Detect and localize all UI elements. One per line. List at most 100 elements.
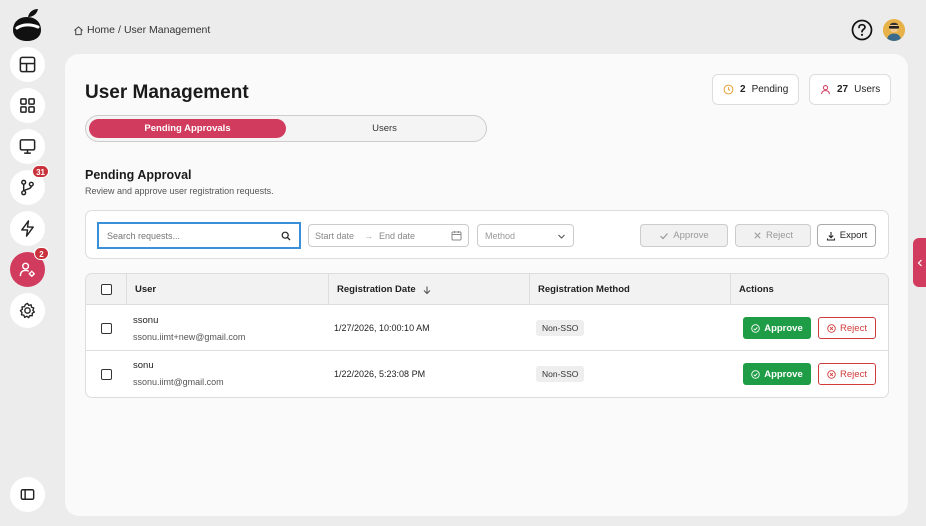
reject-button[interactable]: Reject [818,363,876,385]
close-icon [754,232,761,239]
select-all-checkbox[interactable] [101,284,112,295]
app-logo[interactable] [11,8,43,42]
reject-label: Reject [840,368,867,380]
lightning-icon [21,220,34,237]
arrow-right-icon: → [364,230,374,241]
column-header-registration-method[interactable]: Registration Method [529,274,730,305]
column-header-registration-date-label: Registration Date [337,284,416,295]
notification-badge: 31 [32,165,49,178]
search-input[interactable] [107,230,281,241]
registration-date: 1/22/2026, 5:23:08 PM [334,369,426,379]
bulk-approve-label: Approve [673,230,709,241]
sidebar-item-settings[interactable] [10,293,45,328]
main-card: User Management 2 Pending 27 Users Pendi… [65,54,908,516]
date-range-picker[interactable]: Start date → End date [308,224,469,247]
x-circle-icon [827,323,836,333]
sidebar-item-monitor[interactable] [10,129,45,164]
user-email: ssonu.iimt+new@gmail.com [133,332,246,342]
arrow-down-icon[interactable] [422,285,432,295]
method-select[interactable]: Method [477,224,574,247]
help-icon [851,19,873,41]
chevron-down-icon [558,234,565,239]
reject-label: Reject [840,322,867,334]
tab-bar: Pending Approvals Users [85,115,487,142]
check-circle-icon [751,323,760,333]
users-count: 27 [837,84,849,95]
page-title: User Management [85,82,249,103]
home-icon[interactable] [73,25,84,36]
pending-label: Pending [751,84,789,95]
method-select-value: Method [485,230,516,241]
section-title: Pending Approval [85,168,192,182]
bulk-reject-button[interactable]: Reject [735,224,811,247]
column-header-actions: Actions [730,274,888,305]
search-icon[interactable] [281,231,291,241]
user-icon [821,85,830,95]
sidebar-toggle-icon [20,489,35,500]
approve-button[interactable]: Approve [743,317,811,339]
check-circle-icon [751,369,760,379]
search-box [97,222,301,249]
start-date-input[interactable]: Start date [315,231,354,241]
reject-button[interactable]: Reject [818,317,876,339]
user-settings-icon [19,262,35,277]
users-count-badge[interactable]: 27 Users [809,74,892,105]
pending-count: 2 [740,84,746,95]
breadcrumb-home-link[interactable]: Home [87,24,115,36]
registration-method-tag: Non-SSO [536,366,585,382]
tab-users[interactable]: Users [286,119,483,138]
approve-label: Approve [764,368,803,380]
column-header-registration-date[interactable]: Registration Date [328,274,529,305]
calendar-icon[interactable] [451,230,462,241]
export-label: Export [839,230,868,241]
clock-icon [723,84,734,95]
registration-method-tag: Non-SSO [536,320,585,336]
side-panel-toggle[interactable] [913,238,926,287]
branch-icon [21,179,34,196]
tab-pending-approvals[interactable]: Pending Approvals [89,119,286,138]
pending-count-badge[interactable]: 2 Pending [712,74,800,105]
breadcrumb: Home / User Management [73,24,210,36]
sidebar-item-branch[interactable]: 31 [10,165,49,205]
grid-icon [20,98,35,113]
sidebar: 31 2 [0,0,55,526]
bulk-reject-label: Reject [766,230,793,241]
approve-button[interactable]: Approve [743,363,811,385]
breadcrumb-separator: / [118,24,121,36]
notification-badge: 2 [34,247,49,260]
user-name: sonu [133,360,154,371]
sidebar-item-lightning[interactable] [10,211,45,246]
help-button[interactable] [851,19,873,41]
registration-date: 1/27/2026, 10:00:10 AM [334,323,430,333]
breadcrumb-current: User Management [123,24,211,36]
gear-icon [19,302,36,319]
approve-label: Approve [764,322,803,334]
table-row: ssonu ssonu.iimt+new@gmail.com 1/27/2026… [86,305,888,351]
sidebar-item-user-management[interactable]: 2 [10,247,49,287]
monitor-icon [19,139,36,154]
select-all-cell [93,274,125,305]
user-name: ssonu [133,315,159,326]
column-header-user[interactable]: User [126,274,328,305]
table-header: User Registration Date Registration Meth… [86,274,888,305]
x-circle-icon [827,369,836,379]
table-row: sonu ssonu.iimt@gmail.com 1/22/2026, 5:2… [86,351,888,397]
check-icon [660,232,669,239]
bulk-approve-button[interactable]: Approve [640,224,728,247]
export-button[interactable]: Export [817,224,876,247]
sidebar-item-grid[interactable] [10,88,45,123]
sidebar-collapse-button[interactable] [10,477,45,512]
chevron-left-icon [917,259,922,266]
sidebar-item-dashboard[interactable] [10,47,45,82]
end-date-input[interactable]: End date [379,231,415,241]
row-checkbox[interactable] [101,369,112,380]
row-checkbox[interactable] [101,323,112,334]
section-subtitle: Review and approve user registration req… [85,186,274,196]
dashboard-icon [19,56,36,73]
user-email: ssonu.iimt@gmail.com [133,377,224,387]
filter-bar: Start date → End date Method Approve Rej… [85,210,889,259]
download-icon [826,231,835,241]
pending-approvals-table: User Registration Date Registration Meth… [85,273,889,398]
users-label: Users [854,84,881,95]
avatar[interactable] [883,19,905,41]
